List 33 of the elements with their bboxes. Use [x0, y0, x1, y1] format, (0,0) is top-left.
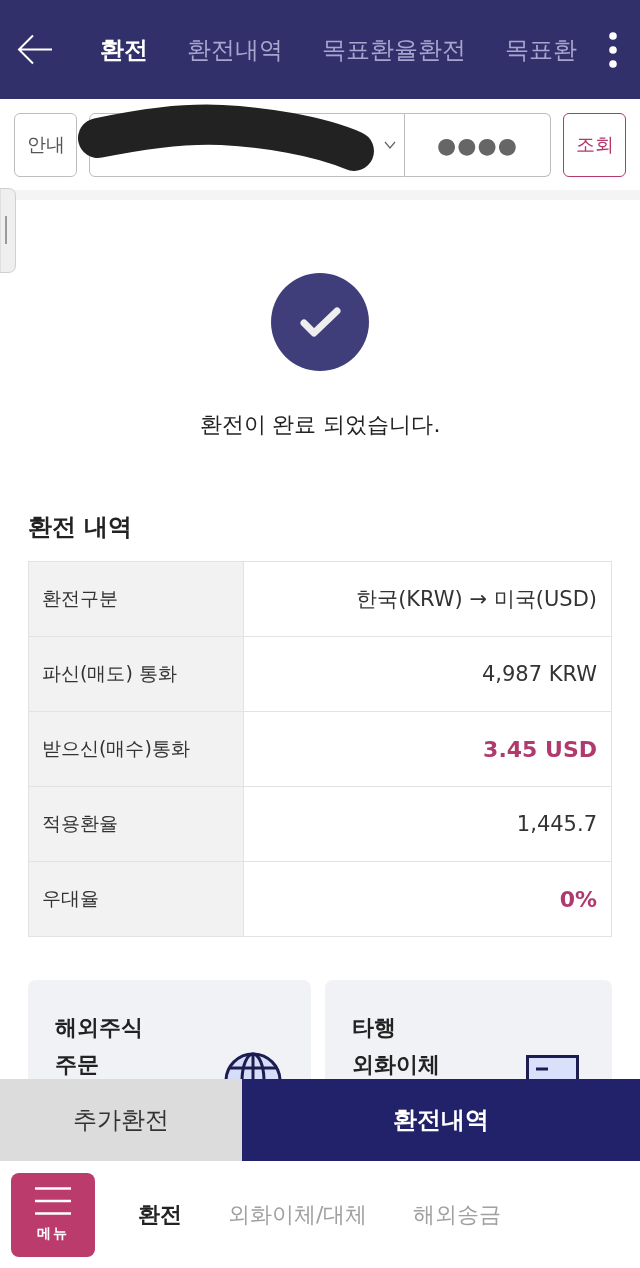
row-value: 1,445.7	[515, 811, 598, 838]
row-value: 3.45 USD	[482, 735, 598, 764]
lookup-button[interactable]: 조회	[563, 113, 626, 177]
row-value: 0%	[558, 885, 598, 914]
row-label: 파신(매도) 통화	[29, 637, 244, 711]
shortcut-card[interactable]: 타행 외화이체	[325, 980, 612, 1079]
guide-button[interactable]: 안내	[14, 113, 77, 177]
caret-icon	[384, 141, 396, 149]
document-icon	[526, 1055, 579, 1079]
drawer-handle[interactable]	[0, 188, 16, 273]
check-circle-icon	[271, 273, 369, 371]
account-select[interactable]	[89, 113, 405, 177]
header-tab[interactable]: 목표환	[505, 33, 577, 66]
password-field[interactable]: ●●●●	[405, 113, 551, 177]
header-tab[interactable]: 환전	[100, 33, 148, 66]
row-label: 환전구분	[29, 562, 244, 636]
row-label: 받으신(매수)통화	[29, 712, 244, 786]
back-icon[interactable]	[17, 34, 53, 65]
action-button[interactable]: 추가환전	[0, 1079, 242, 1161]
header-tab[interactable]: 환전내역	[187, 33, 283, 66]
row-value: 4,987 KRW	[480, 661, 598, 688]
row-value: 한국(KRW) → 미국(USD)	[355, 586, 598, 613]
success-message: 환전이 완료 되었습니다.	[198, 411, 442, 439]
menu-icon	[35, 1186, 71, 1215]
row-label: 적용환율	[29, 787, 244, 861]
row-label: 우대율	[29, 862, 244, 936]
menu-button[interactable]: 메뉴	[11, 1172, 95, 1257]
section-title: 환전 내역	[28, 512, 134, 543]
header-tab[interactable]: 목표환율환전	[322, 33, 466, 66]
nav-tab[interactable]: 환전	[138, 1199, 182, 1230]
action-button[interactable]: 환전내역	[242, 1079, 640, 1161]
more-menu-icon[interactable]	[609, 31, 617, 68]
shortcut-card[interactable]: 해외주식 주문	[28, 980, 311, 1079]
